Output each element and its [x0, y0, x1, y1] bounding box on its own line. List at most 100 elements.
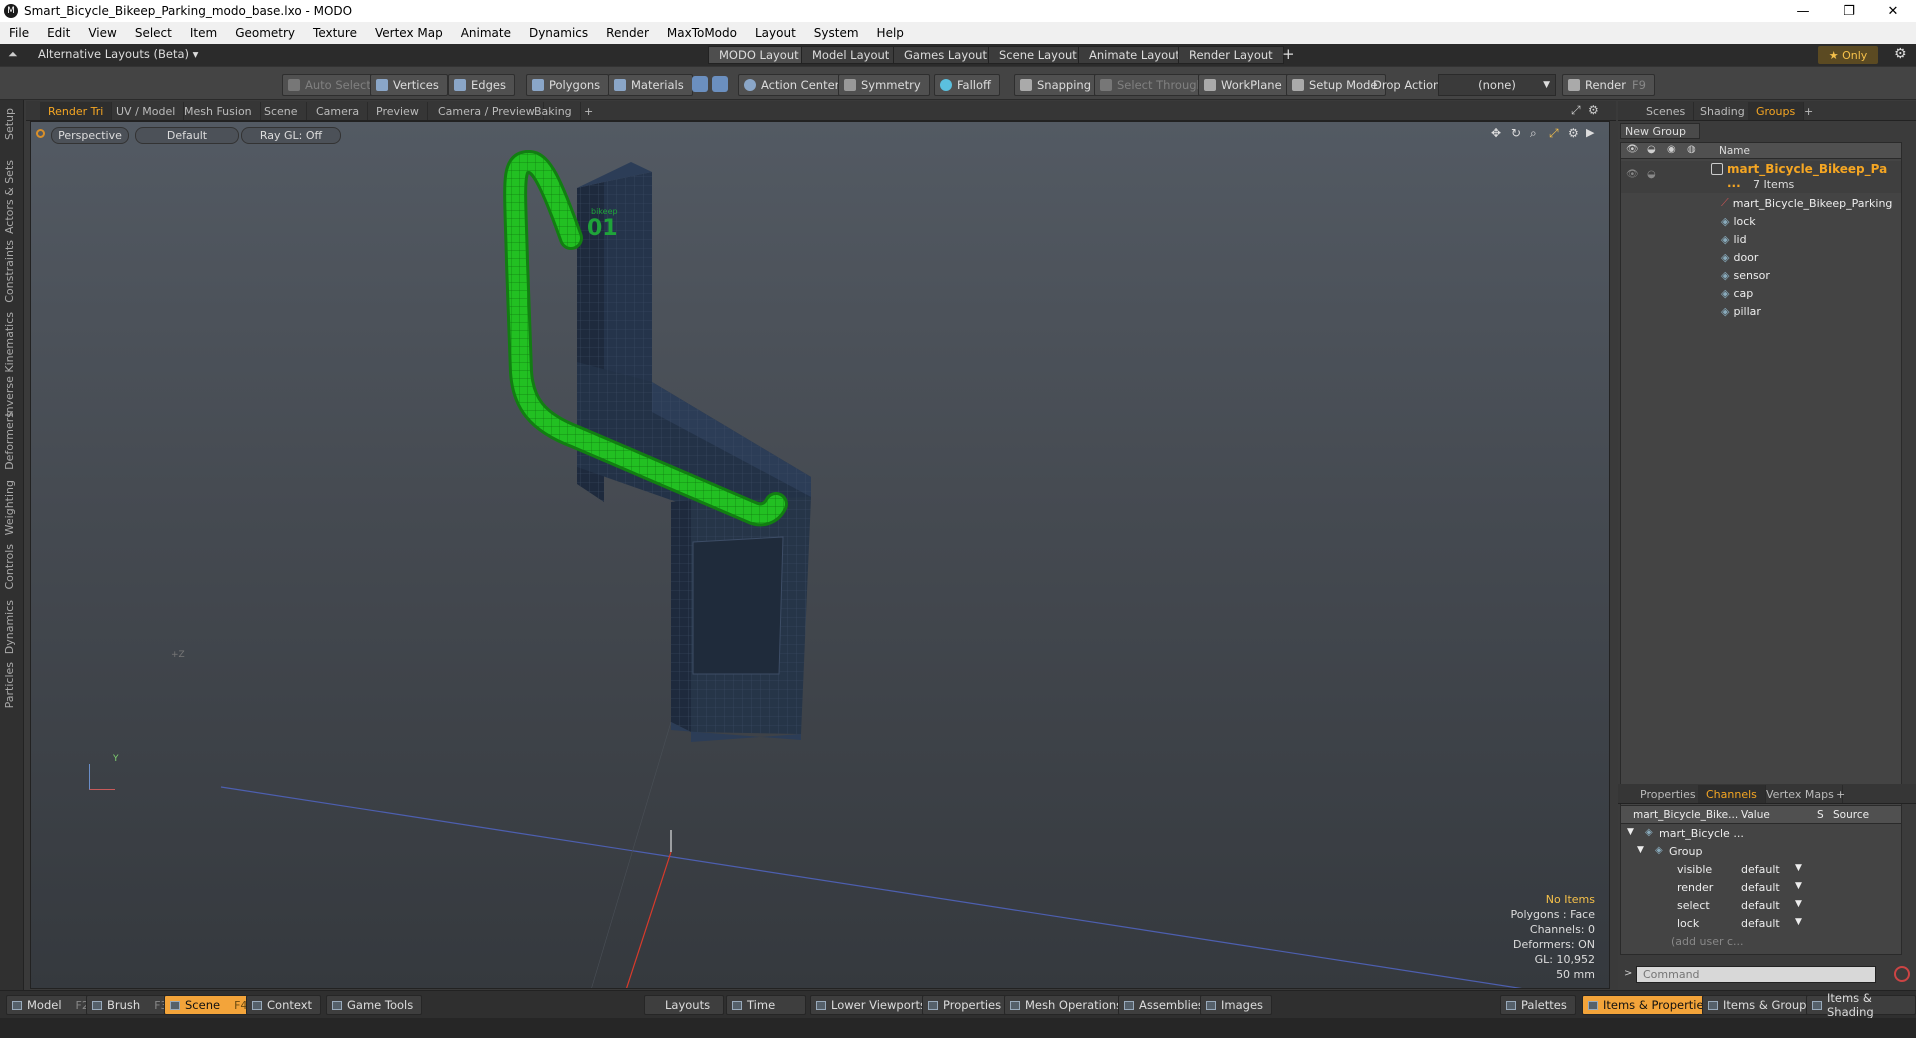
group-root-row[interactable]: 👁 ◒ mart_Bicycle_Bikeep_Pa ... 7 Items: [1621, 161, 1901, 193]
chevron-down-icon[interactable]: ▼: [1795, 917, 1802, 927]
menu-dynamics[interactable]: Dynamics: [520, 26, 597, 40]
channel-value-select[interactable]: default: [1741, 917, 1780, 930]
chevron-down-icon[interactable]: ▼: [1795, 881, 1802, 891]
channels-group-row[interactable]: ▼ ◈ Group: [1621, 843, 1901, 861]
add-user-channel-row[interactable]: (add user c...: [1621, 933, 1901, 951]
tab-scene-layout[interactable]: Scene Layout: [988, 46, 1088, 64]
group-item-row[interactable]: ◈ door: [1721, 248, 1758, 266]
group-item-row[interactable]: ◈ pillar: [1721, 302, 1761, 320]
lower-viewports-button[interactable]: Lower Viewports: [810, 995, 935, 1015]
tab-mesh-fusion[interactable]: Mesh Fusion: [176, 102, 261, 120]
falloff-button[interactable]: Falloff: [934, 74, 1000, 96]
left-tab-inverse-kinematics[interactable]: Inverse Kinematics: [3, 312, 16, 417]
tab-shading[interactable]: Shading: [1692, 102, 1754, 120]
tab-scenes[interactable]: Scenes: [1638, 102, 1695, 120]
channel-value-select[interactable]: default: [1741, 881, 1780, 894]
chevron-down-icon[interactable]: ▼: [1795, 899, 1802, 909]
tab-preview[interactable]: Preview: [368, 102, 428, 120]
tab-animate-layout[interactable]: Animate Layout: [1078, 46, 1191, 64]
materials-button[interactable]: Materials: [608, 74, 693, 96]
select-mode-icon[interactable]: [692, 76, 708, 92]
chevron-down-icon[interactable]: ▼: [1795, 863, 1802, 873]
menu-maxtomodo[interactable]: MaxToModo: [658, 26, 746, 40]
left-tab-deformers[interactable]: Deformers: [3, 412, 16, 470]
images-button[interactable]: Images: [1200, 995, 1273, 1015]
minimize-button[interactable]: —: [1780, 0, 1826, 22]
model-button[interactable]: Model F2: [6, 995, 98, 1015]
add-panel-tab-button[interactable]: +: [1796, 102, 1821, 120]
select-mode-alt-icon[interactable]: [712, 76, 728, 92]
render-column-icon[interactable]: ◒: [1647, 144, 1656, 155]
visibility-column-icon[interactable]: 👁: [1626, 144, 1639, 155]
channel-row[interactable]: visible default ▼: [1621, 861, 1901, 879]
only-toggle[interactable]: ★ Only: [1818, 46, 1878, 64]
symmetry-button[interactable]: Symmetry: [838, 74, 930, 96]
brush-button[interactable]: Brush F3: [86, 995, 177, 1015]
gear-icon[interactable]: ⚙: [1894, 46, 1907, 62]
tab-games-layout[interactable]: Games Layout: [893, 46, 998, 64]
tab-uv-model[interactable]: UV / Model: [108, 102, 185, 120]
channel-value-select[interactable]: default: [1741, 863, 1780, 876]
menu-system[interactable]: System: [805, 26, 868, 40]
group-item-row[interactable]: ◈ cap: [1721, 284, 1753, 302]
auto-select-button[interactable]: Auto Select: [282, 74, 380, 96]
menu-animate[interactable]: Animate: [452, 26, 520, 40]
group-item-row[interactable]: ◈ lock: [1721, 212, 1756, 230]
properties-button[interactable]: Properties: [922, 995, 1011, 1015]
tab-camera[interactable]: Camera: [308, 102, 369, 120]
time-button[interactable]: Time: [726, 995, 806, 1015]
left-tab-constraints[interactable]: Constraints: [3, 240, 16, 303]
menu-help[interactable]: Help: [868, 26, 913, 40]
menu-file[interactable]: File: [0, 26, 38, 40]
channel-row[interactable]: lock default ▼: [1621, 915, 1901, 933]
new-group-button[interactable]: New Group: [1620, 123, 1700, 139]
tab-properties[interactable]: Properties: [1632, 785, 1705, 803]
select-through-button[interactable]: Select Through: [1094, 74, 1213, 96]
mesh-operations-button[interactable]: Mesh Operations: [1004, 995, 1132, 1015]
viewport-gear-icon[interactable]: ⚙: [1588, 103, 1599, 117]
tab-channels[interactable]: Channels: [1698, 785, 1766, 803]
expand-icon[interactable]: ⏶: [8, 47, 18, 62]
menu-geometry[interactable]: Geometry: [226, 26, 304, 40]
maximize-button[interactable]: ❐: [1826, 0, 1872, 22]
menu-edit[interactable]: Edit: [38, 26, 79, 40]
menu-layout[interactable]: Layout: [746, 26, 805, 40]
channel-value-select[interactable]: default: [1741, 899, 1780, 912]
menu-vertex-map[interactable]: Vertex Map: [366, 26, 452, 40]
channels-root-row[interactable]: ▼ ◈ mart_Bicycle ...: [1621, 825, 1901, 843]
tab-baking[interactable]: Baking: [526, 102, 581, 120]
snapping-button[interactable]: Snapping: [1014, 74, 1101, 96]
items-groups-button[interactable]: Items & Groups: [1702, 995, 1822, 1015]
menu-view[interactable]: View: [79, 26, 125, 40]
channel-row[interactable]: select default ▼: [1621, 897, 1901, 915]
collapse-triangle-icon[interactable]: ▼: [1627, 827, 1634, 837]
add-tab-button[interactable]: +: [576, 102, 601, 120]
left-tab-actors-sets[interactable]: Actors & Sets: [3, 160, 16, 234]
left-tab-setup[interactable]: Setup: [3, 108, 16, 140]
group-item-row[interactable]: ◈ lid: [1721, 230, 1747, 248]
polygons-button[interactable]: Polygons: [526, 74, 610, 96]
tab-modo-layout[interactable]: MODO Layout: [708, 46, 810, 64]
left-tab-controls[interactable]: Controls: [3, 544, 16, 590]
action-center-button[interactable]: Action Center: [738, 74, 849, 96]
left-tab-dynamics[interactable]: Dynamics: [3, 600, 16, 654]
menu-render[interactable]: Render: [597, 26, 658, 40]
items-properties-button[interactable]: Items & Properties: [1582, 995, 1719, 1015]
items-shading-button[interactable]: Items & Shading: [1806, 991, 1916, 1019]
scene-button[interactable]: Scene F4: [164, 995, 257, 1015]
edges-button[interactable]: Edges: [448, 74, 515, 96]
tab-model-layout[interactable]: Model Layout: [801, 46, 901, 64]
palettes-button[interactable]: Palettes: [1500, 995, 1576, 1015]
left-tab-weighting[interactable]: Weighting: [3, 480, 16, 535]
lock-column-icon[interactable]: ◉: [1667, 144, 1676, 155]
group-render-icon[interactable]: ◒: [1647, 169, 1656, 180]
maximize-viewport-icon[interactable]: ⤢: [1571, 103, 1581, 118]
select-column-icon[interactable]: ◍: [1687, 144, 1696, 155]
add-channels-tab-button[interactable]: +: [1828, 785, 1853, 803]
workplane-button[interactable]: WorkPlane: [1198, 74, 1291, 96]
render-button[interactable]: Render F9: [1562, 74, 1655, 96]
tab-render-tri[interactable]: Render Tri: [40, 102, 113, 120]
left-tab-particles[interactable]: Particles: [3, 662, 16, 708]
vertices-button[interactable]: Vertices: [370, 74, 448, 96]
record-icon[interactable]: [1894, 966, 1910, 982]
